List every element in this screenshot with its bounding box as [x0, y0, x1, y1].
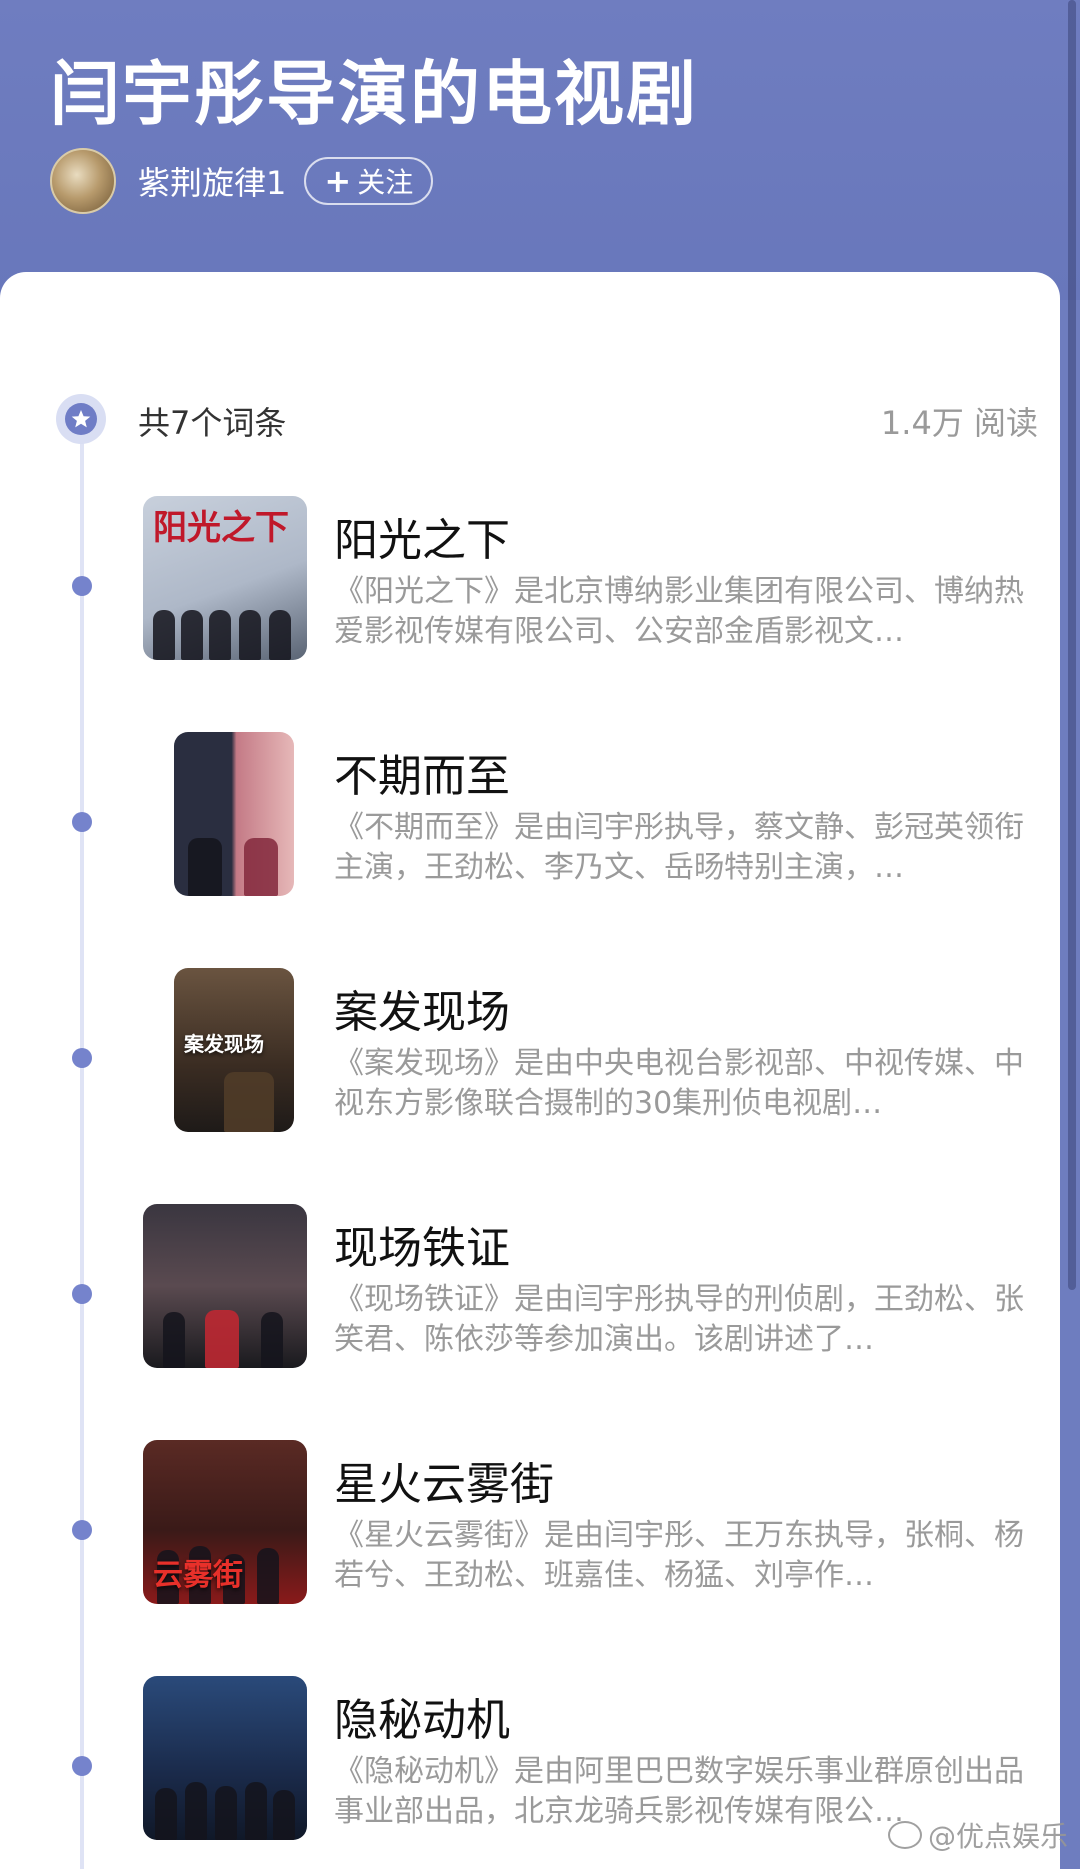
entry-description: 《星火云雾街》是由闫宇彤、王万东执导，张桐、杨若兮、王劲松、班嘉佳、杨猛、刘亭作… [334, 1518, 1024, 1593]
poster-thumbnail[interactable] [174, 732, 294, 896]
entry-description: 《案发现场》是由中央电视台影视部、中视传媒、中视东方影像联合摄制的30集刑侦电视… [334, 1046, 1024, 1121]
list-item[interactable]: 不期而至 《不期而至》是由闫宇彤执导，蔡文静、彭冠英领衔主演，王劲松、李乃文、岳… [0, 732, 1060, 912]
read-count: 1.4万 阅读 [880, 404, 1038, 442]
poster-thumbnail[interactable]: 云雾街 [143, 1440, 307, 1604]
poster-thumbnail[interactable] [143, 1204, 307, 1368]
count-row: 共7个词条 1.4万 阅读 [52, 390, 1038, 450]
page-title: 闫宇彤导演的电视剧 [50, 53, 698, 135]
timeline-dot [72, 1520, 92, 1540]
author-name[interactable]: 紫荆旋律1 [138, 158, 286, 204]
watermark: @优点娱乐 [887, 1815, 1068, 1855]
plus-icon: + [324, 162, 352, 200]
entry-title[interactable]: 案发现场 [334, 976, 510, 1040]
weibo-icon [887, 1821, 922, 1849]
timeline-dot [72, 576, 92, 596]
poster-thumbnail[interactable]: 案发现场 [174, 968, 294, 1132]
avatar[interactable] [50, 148, 116, 214]
timeline-dot [72, 1756, 92, 1776]
entry-title[interactable]: 隐秘动机 [334, 1684, 510, 1748]
entry-description: 《不期而至》是由闫宇彤执导，蔡文静、彭冠英领衔主演，王劲松、李乃文、岳旸特别主演… [334, 810, 1024, 885]
entry-title[interactable]: 阳光之下 [334, 504, 510, 568]
poster-thumbnail[interactable]: 阳光之下 [143, 496, 307, 660]
author-row: 紫荆旋律1 + 关注 [50, 148, 434, 214]
entry-title[interactable]: 不期而至 [334, 740, 510, 804]
entry-title[interactable]: 现场铁证 [334, 1212, 510, 1276]
timeline-dot [72, 1284, 92, 1304]
list-item[interactable]: 现场铁证 《现场铁证》是由闫宇彤执导的刑侦剧，王劲松、张笑君、陈依莎等参加演出。… [0, 1204, 1060, 1384]
list-item[interactable]: 云雾街 星火云雾街 《星火云雾街》是由闫宇彤、王万东执导，张桐、杨若兮、王劲松、… [0, 1440, 1060, 1620]
list-item[interactable]: 案发现场 案发现场 《案发现场》是由中央电视台影视部、中视传媒、中视东方影像联合… [0, 968, 1060, 1148]
follow-button[interactable]: + 关注 [304, 157, 434, 205]
entry-count: 共7个词条 [138, 404, 287, 442]
entry-description: 《现场铁证》是由闫宇彤执导的刑侦剧，王劲松、张笑君、陈依莎等参加演出。该剧讲述了… [334, 1282, 1024, 1357]
follow-label: 关注 [357, 166, 414, 199]
entry-description: 《阳光之下》是北京博纳影业集团有限公司、博纳热爱影视传媒有限公司、公安部金盾影视… [334, 574, 1024, 649]
entry-title[interactable]: 星火云雾街 [334, 1448, 554, 1512]
timeline-dot [72, 1048, 92, 1068]
poster-thumbnail[interactable] [143, 1676, 307, 1840]
scrollbar[interactable] [1068, 0, 1076, 1290]
list-item[interactable]: 阳光之下 阳光之下 《阳光之下》是北京博纳影业集团有限公司、博纳热爱影视传媒有限… [0, 496, 1060, 676]
watermark-text: @优点娱乐 [927, 1820, 1068, 1853]
timeline-dot [72, 812, 92, 832]
collection-badge-icon [56, 394, 106, 444]
